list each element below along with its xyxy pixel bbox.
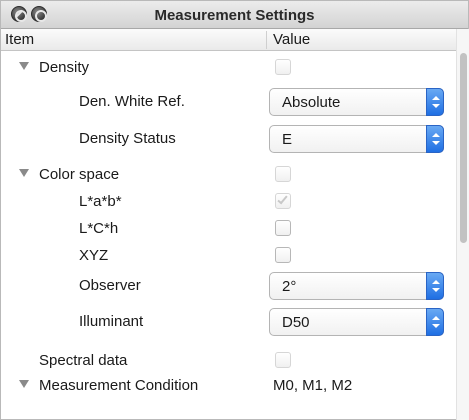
measurement-settings-window: Measurement Settings Item Value Density … xyxy=(0,0,469,420)
checkmark-icon xyxy=(277,193,288,205)
stepper-arrows-icon xyxy=(426,125,444,153)
density-checkbox[interactable] xyxy=(275,59,291,75)
density-status-select[interactable]: E xyxy=(269,125,444,153)
row-label: L*C*h xyxy=(79,220,119,237)
title-bar: Measurement Settings xyxy=(1,1,468,29)
select-value: D50 xyxy=(282,314,310,331)
table-header: Item Value xyxy=(1,29,456,51)
observer-select[interactable]: 2° xyxy=(269,272,444,300)
row-measurement-condition: Measurement Condition M0, M1, M2 xyxy=(1,369,456,403)
den-white-ref-select[interactable]: Absolute xyxy=(269,88,444,116)
row-label: Density Status xyxy=(79,130,176,147)
select-value: Absolute xyxy=(282,94,341,111)
row-density-status: Density Status E xyxy=(1,122,456,156)
row-den-white-ref: Den. White Ref. Absolute xyxy=(1,85,456,119)
row-label: Color space xyxy=(39,166,120,183)
select-value: 2° xyxy=(282,278,297,295)
row-xyz: XYZ xyxy=(1,239,456,273)
illuminant-select[interactable]: D50 xyxy=(269,308,444,336)
settings-table: Density Den. White Ref. Absolute Density… xyxy=(1,51,456,420)
row-illuminant: Illuminant D50 xyxy=(1,305,456,339)
vertical-scrollbar[interactable] xyxy=(456,29,469,420)
column-separator xyxy=(266,31,267,49)
stepper-arrows-icon xyxy=(426,308,444,336)
column-header-value[interactable]: Value xyxy=(273,31,310,48)
spectral-data-checkbox[interactable] xyxy=(275,352,291,368)
row-label: L*a*b* xyxy=(79,193,122,210)
column-header-item[interactable]: Item xyxy=(5,31,34,48)
disclosure-triangle-icon[interactable] xyxy=(19,380,29,388)
row-label: Observer xyxy=(79,277,141,294)
row-density: Density xyxy=(1,51,456,85)
window-title: Measurement Settings xyxy=(154,7,315,24)
row-label: Den. White Ref. xyxy=(79,93,185,110)
row-label: Spectral data xyxy=(39,352,128,369)
disclosure-triangle-icon[interactable] xyxy=(19,169,29,177)
disclosure-triangle-icon[interactable] xyxy=(19,62,29,70)
lab-checkbox[interactable] xyxy=(275,193,291,209)
stepper-arrows-icon xyxy=(426,88,444,116)
xyz-checkbox[interactable] xyxy=(275,247,291,263)
row-label: XYZ xyxy=(79,247,109,264)
row-observer: Observer 2° xyxy=(1,269,456,303)
row-label: Illuminant xyxy=(79,313,144,330)
row-label: Density xyxy=(39,59,90,76)
color-space-checkbox[interactable] xyxy=(275,166,291,182)
stepper-arrows-icon xyxy=(426,272,444,300)
row-label: Measurement Condition xyxy=(39,377,199,394)
lch-checkbox[interactable] xyxy=(275,220,291,236)
measurement-condition-value: M0, M1, M2 xyxy=(273,377,353,394)
scrollbar-thumb[interactable] xyxy=(460,53,467,243)
select-value: E xyxy=(282,131,293,148)
